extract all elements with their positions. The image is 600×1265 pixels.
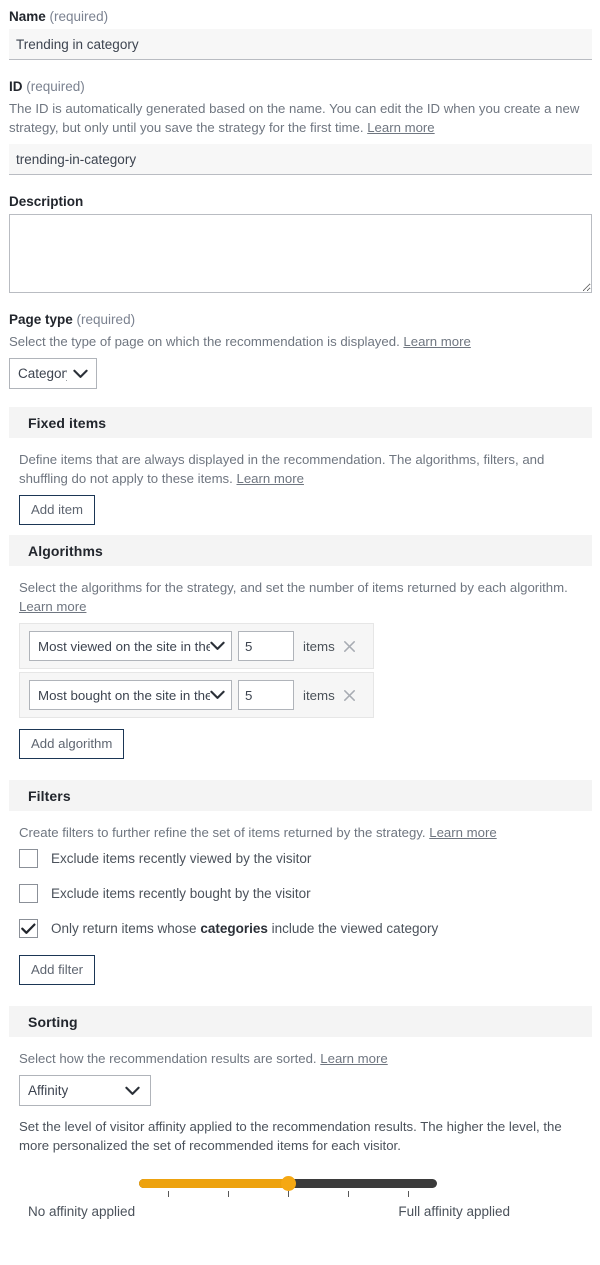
affinity-slider-thumb[interactable]	[280, 1176, 296, 1191]
affinity-slider-tick	[168, 1191, 169, 1197]
affinity-slider-tick	[228, 1191, 229, 1197]
affinity-slider-tick	[288, 1191, 289, 1197]
filter-checkbox-exclude-bought[interactable]	[19, 884, 38, 903]
filter-label-part-pre: Only return items whose	[51, 920, 201, 936]
page-type-required-hint: (required)	[76, 312, 136, 327]
filter-row-exclude-bought: Exclude items recently bought by the vis…	[19, 884, 592, 903]
filters-learn-more-link[interactable]: Learn more	[429, 825, 496, 840]
id-help-sentence: The ID is automatically generated based …	[9, 101, 580, 135]
algorithm-count-input[interactable]	[238, 680, 294, 710]
algorithms-learn-more-link[interactable]: Learn more	[19, 599, 86, 614]
filter-label-part-post: include the viewed category	[267, 920, 439, 936]
affinity-slider-tick	[348, 1191, 349, 1197]
page-type-selected-value: Category	[18, 366, 67, 381]
filter-label-exclude-viewed: Exclude items recently viewed by the vis…	[51, 850, 312, 866]
algorithms-help-text: Select the algorithms for the strategy, …	[19, 578, 592, 616]
description-textarea[interactable]	[9, 214, 592, 293]
affinity-slider[interactable]	[19, 1173, 592, 1197]
filter-checkbox-category-match[interactable]	[19, 919, 38, 938]
chevron-down-icon	[73, 369, 88, 379]
close-icon[interactable]	[343, 640, 355, 652]
algorithm-select[interactable]: Most bought on the site in the pa	[29, 680, 232, 710]
affinity-slider-fill	[139, 1179, 288, 1188]
page-type-select[interactable]: Category	[9, 358, 97, 389]
page-type-field-block: Page type (required) Select the type of …	[0, 311, 600, 389]
id-learn-more-link[interactable]: Learn more	[367, 120, 434, 135]
sorting-select[interactable]: Affinity	[19, 1075, 151, 1106]
section-header-sorting: Sorting	[9, 1006, 592, 1037]
section-header-filters: Filters	[9, 780, 592, 811]
filter-checkbox-exclude-viewed[interactable]	[19, 849, 38, 868]
strategy-form: Name (required) ID (required) The ID is …	[0, 0, 600, 1219]
sorting-selected-value: Affinity	[28, 1083, 69, 1098]
add-item-button[interactable]: Add item	[19, 495, 96, 525]
fixed-items-body: Define items that are always displayed i…	[0, 438, 600, 535]
sorting-title: Sorting	[28, 1013, 78, 1030]
filters-title: Filters	[28, 787, 71, 804]
affinity-min-label: No affinity applied	[28, 1204, 136, 1219]
filters-body: Create filters to further refine the set…	[0, 811, 600, 995]
filters-help-text: Create filters to further refine the set…	[19, 823, 592, 842]
filter-label-category-match: Only return items whose categories inclu…	[51, 921, 438, 937]
sorting-body: Select how the recommendation results ar…	[0, 1037, 600, 1219]
filter-row-category-match: Only return items whose categories inclu…	[19, 919, 592, 938]
chevron-down-icon	[210, 639, 225, 654]
filter-label-exclude-bought: Exclude items recently bought by the vis…	[51, 885, 311, 901]
affinity-max-label: Full affinity applied	[398, 1204, 510, 1219]
algorithm-select[interactable]: Most viewed on the site in the pa	[29, 631, 232, 661]
id-field-block: ID (required) The ID is automatically ge…	[0, 78, 600, 175]
id-required-hint: (required)	[26, 79, 85, 94]
id-input[interactable]	[9, 144, 592, 175]
filters-help-sentence: Create filters to further refine the set…	[19, 825, 426, 840]
fixed-items-learn-more-link[interactable]: Learn more	[237, 471, 304, 486]
description-label: Description	[9, 193, 592, 210]
algorithm-selected-value: Most viewed on the site in the pa	[38, 638, 210, 654]
section-header-fixed-items: Fixed items	[9, 407, 592, 438]
add-filter-button[interactable]: Add filter	[19, 955, 96, 985]
algorithm-unit-label: items	[303, 687, 335, 703]
sorting-help-text: Select how the recommendation results ar…	[19, 1049, 592, 1068]
algorithms-help-sentence: Select the algorithms for the strategy, …	[19, 580, 568, 595]
algorithms-body: Select the algorithms for the strategy, …	[0, 566, 600, 769]
filter-row-exclude-viewed: Exclude items recently viewed by the vis…	[19, 849, 592, 868]
checkmark-icon	[21, 923, 36, 934]
description-label-text: Description	[9, 194, 84, 209]
sorting-help-sentence: Select how the recommendation results ar…	[19, 1051, 317, 1066]
id-help-text: The ID is automatically generated based …	[9, 99, 585, 137]
chevron-down-icon	[125, 1086, 140, 1096]
fixed-items-help-text: Define items that are always displayed i…	[19, 450, 592, 488]
affinity-help-text: Set the level of visitor affinity applie…	[19, 1119, 562, 1153]
page-type-help-text: Select the type of page on which the rec…	[9, 332, 585, 351]
algorithm-unit-label: items	[303, 638, 335, 654]
section-header-algorithms: Algorithms	[9, 535, 592, 566]
affinity-slider-end-labels: No affinity applied Full affinity applie…	[19, 1204, 592, 1219]
page-type-help-sentence: Select the type of page on which the rec…	[9, 334, 400, 349]
fixed-items-title: Fixed items	[28, 414, 107, 431]
name-label: Name (required)	[9, 8, 592, 25]
page-type-learn-more-link[interactable]: Learn more	[403, 334, 470, 349]
filter-label-part-bold: categories	[200, 920, 268, 936]
description-field-block: Description	[0, 193, 600, 293]
affinity-slider-tick	[408, 1191, 409, 1197]
sorting-learn-more-link[interactable]: Learn more	[320, 1051, 387, 1066]
id-label-text: ID	[9, 79, 23, 94]
name-required-hint: (required)	[49, 9, 109, 24]
algorithm-selected-value: Most bought on the site in the pa	[38, 687, 210, 703]
add-algorithm-button[interactable]: Add algorithm	[19, 729, 125, 759]
name-field-block: Name (required)	[0, 8, 600, 60]
algorithm-row: Most viewed on the site in the pa items	[19, 623, 374, 669]
close-icon[interactable]	[343, 689, 355, 701]
algorithms-title: Algorithms	[28, 542, 103, 559]
algorithm-count-input[interactable]	[238, 631, 294, 661]
algorithm-row: Most bought on the site in the pa items	[19, 672, 374, 718]
page-type-label-text: Page type	[9, 312, 73, 327]
name-input[interactable]	[9, 29, 592, 60]
name-label-text: Name	[9, 9, 46, 24]
chevron-down-icon	[210, 688, 225, 703]
page-type-label: Page type (required)	[9, 311, 592, 328]
id-label: ID (required)	[9, 78, 592, 95]
